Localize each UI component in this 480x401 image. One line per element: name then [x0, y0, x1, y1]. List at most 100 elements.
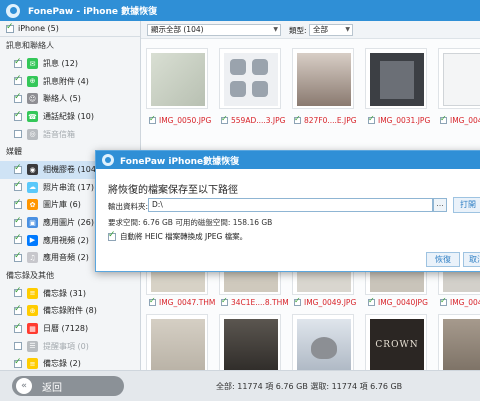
app-logo-icon — [6, 3, 20, 18]
sidebar-item-label: 通話紀錄 (10) — [43, 112, 94, 122]
photo-thumbnail[interactable]: CROWN — [365, 314, 427, 370]
crown-poster-title: CROWN — [375, 340, 419, 350]
disk-space-info: 要求空間: 6.76 GB 可用的磁盤空間: 158.16 GB — [108, 218, 273, 227]
item-checkbox[interactable] — [14, 216, 22, 227]
sidebar-item-label: 日曆 (7128) — [43, 324, 89, 334]
sidebar-item-label: 訊息附件 (4) — [43, 76, 89, 86]
back-button[interactable]: « 返回 — [12, 376, 124, 396]
sidebar-item-calendar[interactable]: ▦ 日曆 (7128) — [0, 320, 140, 338]
device-label: iPhone (5) — [18, 24, 59, 33]
chevron-down-icon: ▼ — [273, 26, 278, 33]
item-checkbox[interactable] — [14, 304, 22, 315]
photo-image — [443, 319, 480, 370]
device-checkbox[interactable] — [6, 22, 14, 33]
sidebar-item-notes-2[interactable]: ≡ 備忘錄 (2) — [0, 355, 140, 370]
photo-thumbnail[interactable] — [146, 314, 208, 370]
dialog-heading: 將恢復的檔案保存至以下路徑 — [108, 185, 238, 196]
sidebar-item-call-history[interactable]: ☎ 通話紀錄 (10) — [0, 108, 140, 126]
photo-checkbox[interactable] — [440, 114, 447, 124]
heic-convert-option[interactable]: 自動將 HEIC 檔案轉換成 JPEG 檔案。 — [108, 230, 247, 242]
item-checkbox[interactable] — [14, 180, 22, 192]
sidebar-item-label: 訊息 (12) — [43, 59, 78, 69]
photo-caption: IMG_0031.JPG — [368, 114, 430, 125]
sidebar-item-label: 相機膠卷 (104) — [43, 165, 100, 175]
item-checkbox[interactable] — [14, 286, 22, 298]
photo-thumbnail[interactable] — [292, 48, 354, 109]
selection-summary: 全部: 11774 項 6.76 GB 選取: 11774 項 6.76 GB — [216, 382, 403, 391]
app-logo-icon — [102, 154, 114, 166]
photo-checkbox[interactable] — [149, 114, 156, 124]
photo-checkbox[interactable] — [368, 114, 375, 124]
photo-thumbnail[interactable] — [365, 48, 427, 109]
photo-thumbnail[interactable] — [146, 48, 208, 109]
browse-button[interactable]: ... — [433, 198, 447, 212]
photo-filename: 827F0....E.JPG — [304, 116, 357, 125]
photo-filename: IMG_0040JPG — [378, 298, 428, 307]
restore-button[interactable]: 恢復 — [426, 252, 460, 267]
photo-thumbnail[interactable] — [219, 314, 281, 370]
heic-convert-checkbox[interactable] — [108, 230, 116, 241]
type-filter-select[interactable]: 全部 ▼ — [309, 24, 353, 36]
sidebar-item-label: 語音信箱 — [43, 129, 75, 139]
photo-checkbox[interactable] — [149, 296, 156, 306]
app-title: FonePaw - iPhone 數據恢復 — [28, 7, 158, 17]
sidebar-item-label: 應用視頻 (2) — [43, 235, 89, 245]
item-checkbox[interactable] — [14, 322, 22, 333]
photo-checkbox[interactable] — [294, 114, 301, 124]
photo-image — [297, 53, 351, 106]
sidebar-item-label: 提醒事項 (0) — [43, 341, 89, 351]
open-folder-button[interactable]: 打開 — [453, 197, 480, 213]
item-checkbox[interactable] — [14, 163, 22, 174]
photo-filename: IMG_0045 — [450, 298, 480, 307]
item-checkbox[interactable] — [14, 57, 22, 68]
photo-checkbox[interactable] — [440, 296, 447, 306]
photo-stream-icon: ☁ — [27, 181, 38, 193]
item-checkbox[interactable] — [14, 342, 22, 351]
item-checkbox[interactable] — [14, 357, 22, 368]
item-checkbox[interactable] — [14, 74, 22, 86]
sidebar-item-notes-attachments[interactable]: ⊕ 備忘錄附件 (8) — [0, 302, 140, 320]
item-checkbox[interactable] — [14, 198, 22, 209]
sidebar-item-messages[interactable]: ✉ 訊息 (12) — [0, 55, 140, 73]
sidebar-item-label: 應用音頻 (2) — [43, 253, 89, 263]
notes-icon: ≡ — [27, 287, 38, 299]
chevron-down-icon: ▼ — [345, 26, 350, 33]
output-folder-input[interactable]: D:\ — [148, 198, 433, 212]
dialog-title: FonePaw iPhone數據恢復 — [120, 156, 240, 167]
photo-image — [224, 319, 278, 370]
sidebar-item-message-attachments[interactable]: ⊕ 訊息附件 (4) — [0, 73, 140, 91]
photo-checkbox[interactable] — [368, 296, 375, 306]
photo-caption: IMG_0049.JPG — [294, 296, 356, 307]
photo-thumbnail[interactable] — [292, 314, 354, 370]
sidebar-item-contacts[interactable]: ☺ 聯絡人 (5) — [0, 90, 140, 108]
back-button-label: 返回 — [42, 382, 62, 394]
item-checkbox[interactable] — [14, 130, 22, 139]
sidebar-device-iphone[interactable]: iPhone (5) — [0, 21, 140, 37]
photo-checkbox[interactable] — [221, 114, 228, 124]
photo-checkbox[interactable] — [221, 296, 228, 306]
photo-thumbnail[interactable] — [438, 314, 480, 370]
dialog-title-bar: FonePaw iPhone數據恢復 — [96, 151, 480, 169]
cancel-button[interactable]: 取消 — [463, 252, 480, 267]
item-checkbox[interactable] — [14, 233, 22, 245]
app-audio-icon: ♫ — [27, 252, 38, 264]
sidebar-item-voicemail[interactable]: ◎ 語音信箱 — [0, 125, 140, 143]
attachment-icon: ⊕ — [27, 75, 38, 87]
photo-checkbox[interactable] — [294, 296, 301, 306]
item-checkbox[interactable] — [14, 92, 22, 103]
show-filter-select[interactable]: 顯示全部 (104) ▼ — [147, 24, 281, 36]
phone-icon: ☎ — [27, 111, 38, 123]
sidebar-item-reminders[interactable]: ☰ 提醒事項 (0) — [0, 337, 140, 355]
photo-thumbnail[interactable] — [219, 48, 281, 109]
photo-image — [443, 53, 480, 106]
photo-image — [370, 53, 424, 106]
item-checkbox[interactable] — [14, 251, 22, 262]
sidebar-item-notes[interactable]: ≡ 備忘錄 (31) — [0, 285, 140, 303]
item-checkbox[interactable] — [14, 110, 22, 121]
photo-caption: IMG_0045 — [440, 296, 480, 307]
photo-thumbnail[interactable] — [438, 48, 480, 109]
notes-icon: ≡ — [27, 358, 38, 370]
bottom-bar: « 返回 全部: 11774 項 6.76 GB 選取: 11774 項 6.7… — [0, 370, 480, 401]
photo-caption: 34C1E....8.THM — [221, 296, 289, 307]
photo-caption: IMG_0050.JPG — [149, 114, 211, 125]
